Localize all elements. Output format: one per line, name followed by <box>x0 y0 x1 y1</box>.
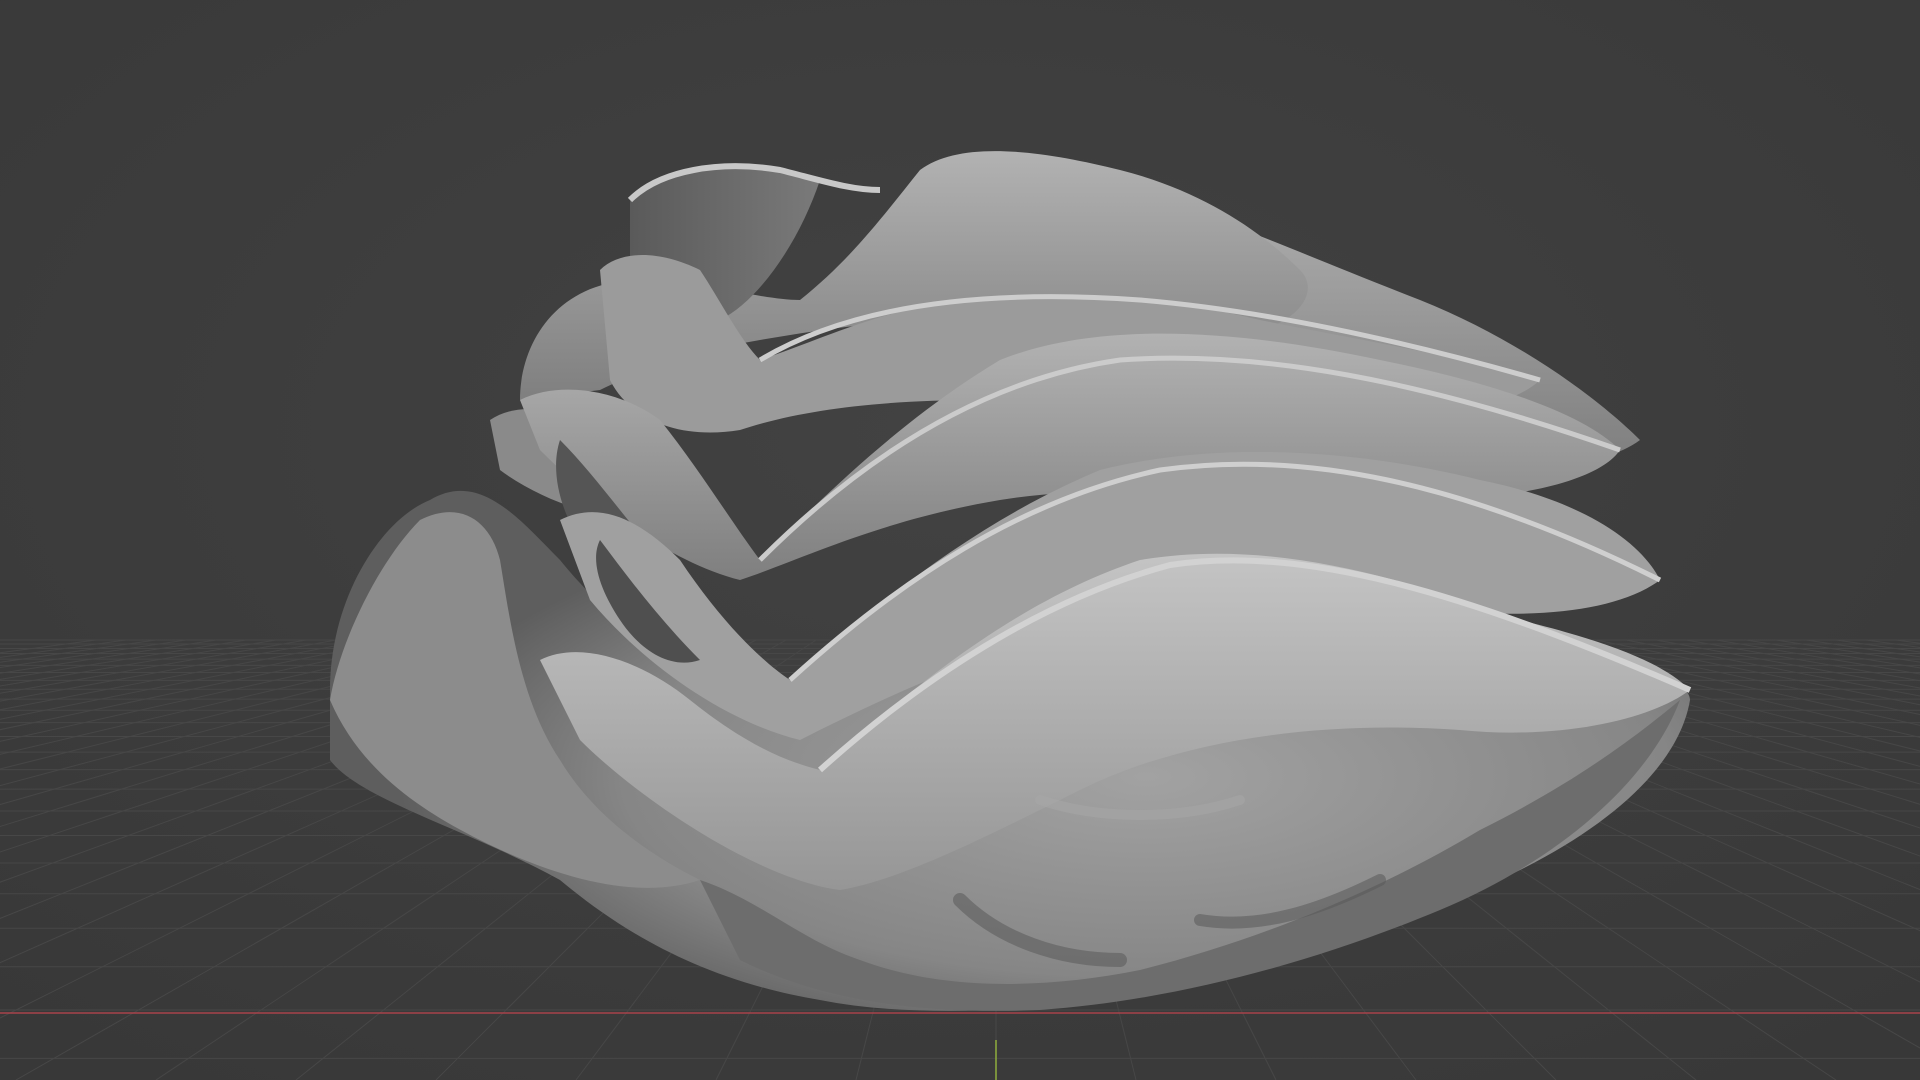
viewport-canvas[interactable] <box>0 0 1920 1080</box>
3d-viewport[interactable] <box>0 0 1920 1080</box>
